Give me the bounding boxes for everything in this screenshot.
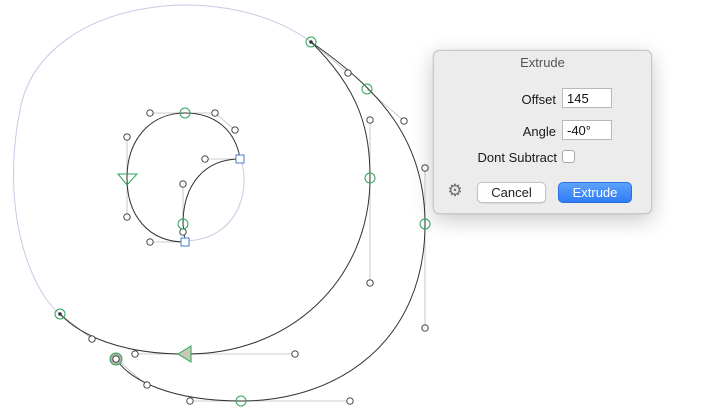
- corner-points[interactable]: [180, 154, 245, 247]
- control-point: [131, 350, 139, 358]
- extrude-dialog: Extrude Offset Angle Dont Subtract ⚙ Can…: [433, 50, 652, 214]
- preview-inner-contour: [185, 157, 245, 242]
- outer-contour: [59, 41, 371, 355]
- control-point: [88, 335, 96, 343]
- on-curve-points[interactable]: [54, 36, 431, 407]
- control-point: [344, 69, 352, 77]
- tangent-triangle[interactable]: [177, 345, 192, 363]
- preview-outer-contour: [13, 4, 312, 315]
- inner-contour: [126, 112, 186, 243]
- control-point: [421, 324, 429, 332]
- gear-icon[interactable]: ⚙: [446, 182, 464, 200]
- control-point: [211, 109, 219, 117]
- start-point-dots: [58, 40, 313, 316]
- control-point: [146, 109, 154, 117]
- dont-subtract-label: Dont Subtract: [477, 150, 558, 165]
- angle-label: Angle: [522, 124, 556, 139]
- extrude-button[interactable]: Extrude: [558, 182, 632, 203]
- inner-contour-curl: [182, 158, 241, 243]
- control-point: [201, 155, 209, 163]
- corner-point: [180, 237, 190, 247]
- cancel-button[interactable]: Cancel: [477, 182, 546, 203]
- dont-subtract-checkbox[interactable]: [562, 150, 575, 163]
- control-point: [421, 164, 429, 172]
- control-point: [179, 180, 187, 188]
- control-point: [123, 213, 131, 221]
- control-point: [346, 397, 354, 405]
- offset-label: Offset: [521, 92, 556, 107]
- extrude-preview: [13, 4, 312, 315]
- corner-point: [235, 154, 245, 164]
- handle-lines: [59, 41, 426, 402]
- control-point: [291, 350, 299, 358]
- control-point: [400, 117, 408, 125]
- control-point: [366, 279, 374, 287]
- control-point: [186, 397, 194, 405]
- control-point: [366, 116, 374, 124]
- control-point: [123, 133, 131, 141]
- inner-contour-right: [184, 112, 241, 159]
- control-point: [143, 381, 151, 389]
- offset-field[interactable]: [562, 88, 612, 108]
- control-point: [146, 238, 154, 246]
- extruded-outer-contour: [115, 41, 426, 402]
- angle-field[interactable]: [562, 120, 612, 140]
- control-point: [231, 126, 239, 134]
- control-point: [179, 228, 187, 236]
- dialog-title: Extrude: [520, 55, 565, 70]
